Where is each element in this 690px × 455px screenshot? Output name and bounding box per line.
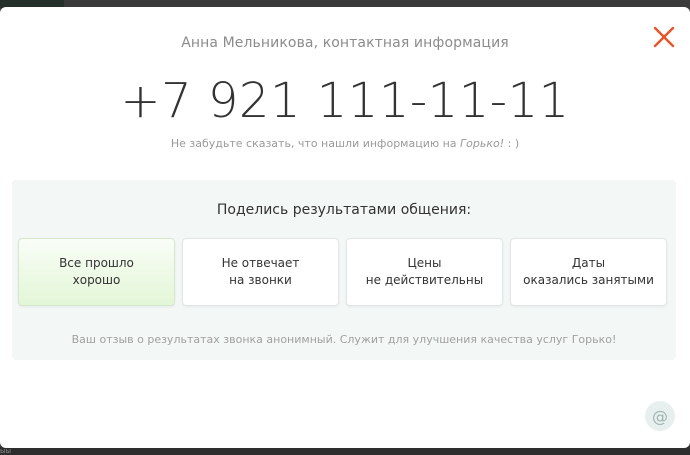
feedback-option-dates-taken[interactable]: Даты оказались занятыми [510, 238, 667, 306]
close-icon [653, 26, 675, 48]
reminder-suffix: : ) [504, 137, 520, 150]
feedback-anonymity-note: Ваш отзыв о результатах звонка анонимный… [71, 333, 617, 346]
close-button[interactable] [650, 23, 678, 51]
modal-title: Анна Мельникова, контактная информация [181, 35, 509, 51]
feedback-option-all-good[interactable]: Все прошло хорошо [18, 238, 175, 306]
feedback-option-prices-invalid[interactable]: Цены не действительны [346, 238, 503, 306]
contact-info-modal: Анна Мельникова, контактная информация +… [0, 7, 690, 448]
reminder-brand: Горько! [460, 137, 505, 150]
background-page [0, 447, 690, 455]
at-sign-icon: @ [652, 406, 668, 426]
phone-number[interactable]: +7 921 111-11-11 [0, 71, 690, 131]
feedback-title: Поделись результатами общения: [216, 202, 472, 218]
reminder-prefix: Не забудьте сказать, что нашли информаци… [170, 137, 461, 150]
at-button[interactable]: @ [645, 401, 675, 431]
background-text-fragment: ыы [0, 447, 12, 455]
feedback-option-no-answer[interactable]: Не отвечает на звонки [182, 238, 339, 306]
reminder-text: Не забудьте сказать, что нашли информаци… [0, 137, 690, 150]
feedback-panel: Поделись результатами общения: Все прошл… [12, 180, 676, 360]
